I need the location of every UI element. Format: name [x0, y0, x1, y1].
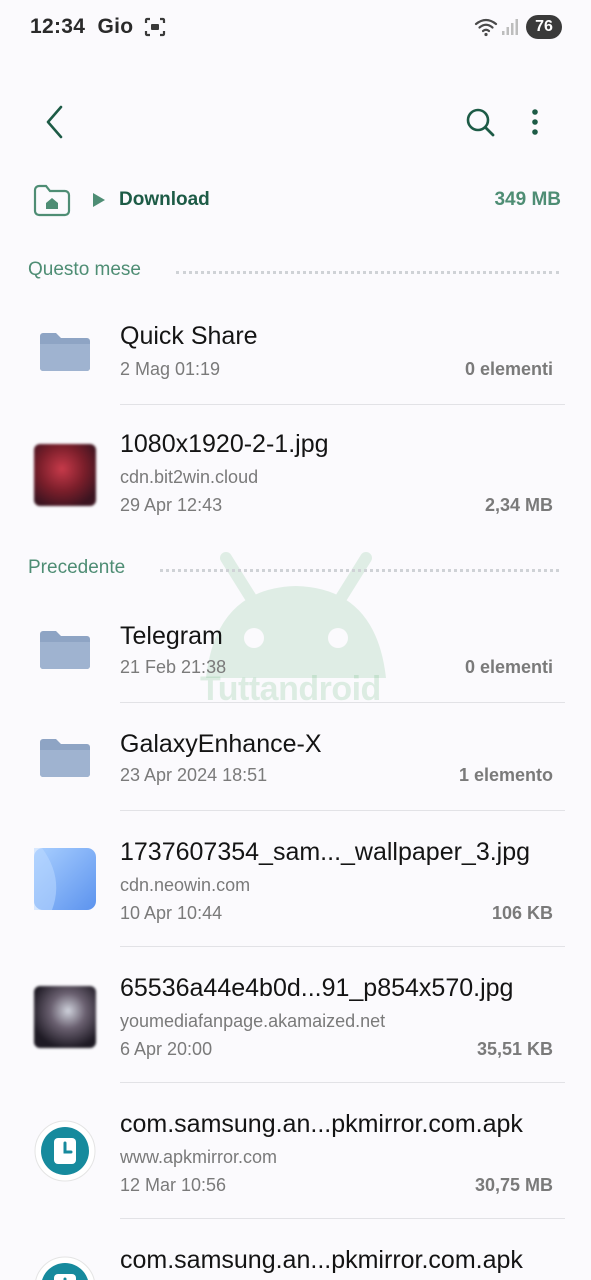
top-app-bar: [0, 90, 591, 154]
file-row-65536-jpg[interactable]: 65536a44e4b0d...91_p854x570.jpg youmedia…: [0, 948, 591, 1084]
section-header-this-month: Questo mese: [0, 255, 591, 285]
folder-icon: [40, 333, 90, 371]
status-bar: 12:34 Gio 76: [0, 0, 591, 56]
section-header-previous: Precedente: [0, 553, 591, 583]
image-thumbnail: [34, 444, 96, 506]
file-size: 0 elementi: [464, 359, 553, 379]
file-name: GalaxyEnhance-X: [120, 730, 322, 758]
row-divider: [120, 702, 565, 703]
file-name: 65536a44e4b0d...91_p854x570.jpg: [120, 974, 514, 1002]
file-date: 23 Apr 2024 18:51: [120, 765, 268, 785]
file-row-jpg-1080[interactable]: 1080x1920-2-1.jpg cdn.bit2win.cloud 29 A…: [0, 406, 591, 542]
file-size: 35,51 KB: [476, 1039, 553, 1059]
file-date: 2 Mag 01:19: [120, 359, 221, 379]
file-row-galaxyenhance[interactable]: GalaxyEnhance-X 23 Apr 2024 18:51 1 elem…: [0, 706, 591, 812]
status-time: 12:34 Gio: [30, 15, 133, 39]
breadcrumb: Download 349 MB: [0, 176, 591, 226]
file-name: com.samsung.an...pkmirror.com.apk: [120, 1246, 523, 1274]
section-divider: [160, 569, 559, 572]
section-divider: [176, 271, 559, 274]
image-thumbnail: [34, 848, 96, 910]
file-source: www.apkmirror.com: [120, 1147, 278, 1167]
image-thumbnail: [34, 986, 96, 1048]
file-date: 12 Mar 10:56: [120, 1175, 227, 1195]
status-day: Gio: [97, 15, 134, 38]
back-button[interactable]: [36, 100, 76, 144]
file-name: 1080x1920-2-1.jpg: [120, 430, 329, 458]
file-size: 1 elemento: [458, 765, 553, 785]
file-size: 2,34 MB: [484, 495, 553, 515]
file-row-quick-share[interactable]: Quick Share 2 Mag 01:19 0 elementi: [0, 300, 591, 406]
file-source: youmediafanpage.akamaized.net: [120, 1011, 386, 1031]
search-button[interactable]: [460, 100, 500, 144]
section-title: Questo mese: [28, 259, 141, 280]
file-date: 21 Feb 21:38: [120, 657, 227, 677]
status-clock: 12:34: [30, 15, 86, 38]
file-size: 30,75 MB: [474, 1175, 553, 1195]
clock-app-icon: [34, 1120, 96, 1182]
row-divider: [120, 1082, 565, 1083]
folder-icon: [40, 739, 90, 777]
folder-icon: [40, 631, 90, 669]
section-title: Precedente: [28, 557, 126, 578]
file-size: 106 KB: [491, 903, 553, 923]
file-source: cdn.neowin.com: [120, 875, 251, 895]
signal-icon: [502, 19, 518, 35]
row-divider: [120, 404, 565, 405]
home-button[interactable]: [32, 182, 72, 218]
file-row-apk-2[interactable]: com.samsung.an...pkmirror.com.apk: [0, 1220, 591, 1280]
more-options-button[interactable]: [518, 100, 552, 144]
file-source: cdn.bit2win.cloud: [120, 467, 259, 487]
file-name: com.samsung.an...pkmirror.com.apk: [120, 1110, 523, 1138]
file-row-apk-1[interactable]: com.samsung.an...pkmirror.com.apk www.ap…: [0, 1084, 591, 1220]
file-name: 1737607354_sam..._wallpaper_3.jpg: [120, 838, 531, 866]
clock-app-icon: [35, 1256, 95, 1280]
row-divider: [120, 810, 565, 811]
file-date: 10 Apr 10:44: [120, 903, 223, 923]
row-divider: [120, 1218, 565, 1219]
wifi-icon: [474, 18, 498, 37]
file-row-wallpaper-jpg[interactable]: 1737607354_sam..._wallpaper_3.jpg cdn.ne…: [0, 812, 591, 948]
file-row-telegram[interactable]: Telegram 21 Feb 21:38 0 elementi: [0, 598, 591, 704]
file-date: 6 Apr 20:00: [120, 1039, 213, 1059]
file-name: Telegram: [120, 622, 223, 650]
file-date: 29 Apr 12:43: [120, 495, 223, 515]
file-manager-screen: 12:34 Gio 76 Download 349 MB Tuttandroid…: [0, 0, 591, 1280]
screenshot-icon: [144, 17, 166, 37]
breadcrumb-arrow-icon: [93, 193, 105, 207]
breadcrumb-download[interactable]: Download: [119, 189, 210, 211]
battery-indicator: 76: [526, 15, 562, 39]
file-name: Quick Share: [120, 322, 258, 350]
file-size: 0 elementi: [464, 657, 553, 677]
folder-size: 349 MB: [494, 189, 561, 210]
row-divider: [120, 946, 565, 947]
